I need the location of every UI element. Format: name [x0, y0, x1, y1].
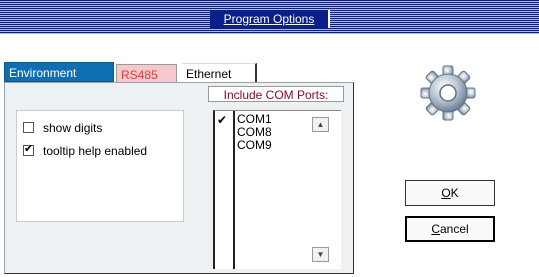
tooltip-help-label: tooltip help enabled [43, 144, 148, 158]
gear-icon [420, 65, 476, 121]
cancel-button[interactable]: Cancel [405, 216, 495, 242]
com-item-com9[interactable]: COM9 [237, 139, 297, 152]
triangle-up-icon: ▲ [316, 120, 325, 129]
tooltip-help-checkbox[interactable] [23, 142, 34, 157]
scroll-up-button[interactable]: ▲ [312, 117, 329, 132]
tooltip-help-option[interactable]: tooltip help enabled [23, 142, 147, 160]
com-ports-label: Include COM Ports: [208, 86, 344, 102]
tab-environment[interactable]: Environment [4, 62, 114, 82]
show-digits-label: show digits [43, 121, 103, 135]
ok-button[interactable]: OK [405, 180, 495, 206]
options-group: show digits tooltip help enabled [16, 110, 184, 222]
com-list-divider [233, 111, 235, 269]
triangle-down-icon: ▼ [316, 250, 325, 259]
com1-check-mark[interactable]: ✔ [217, 113, 232, 127]
com-ports-list[interactable]: ✔ COM1 COM8 COM9 ▲ ▼ [213, 110, 341, 269]
com-items: COM1 COM8 COM9 [237, 113, 297, 152]
show-digits-option[interactable]: show digits [23, 119, 102, 137]
window-title: Program Options [210, 10, 330, 28]
tab-ethernet[interactable]: Ethernet [182, 63, 257, 83]
title-bar: Program Options [0, 0, 539, 34]
show-digits-checkbox[interactable] [23, 122, 34, 134]
scroll-down-button[interactable]: ▼ [312, 247, 329, 262]
tab-rs485[interactable]: RS485 [116, 64, 177, 84]
